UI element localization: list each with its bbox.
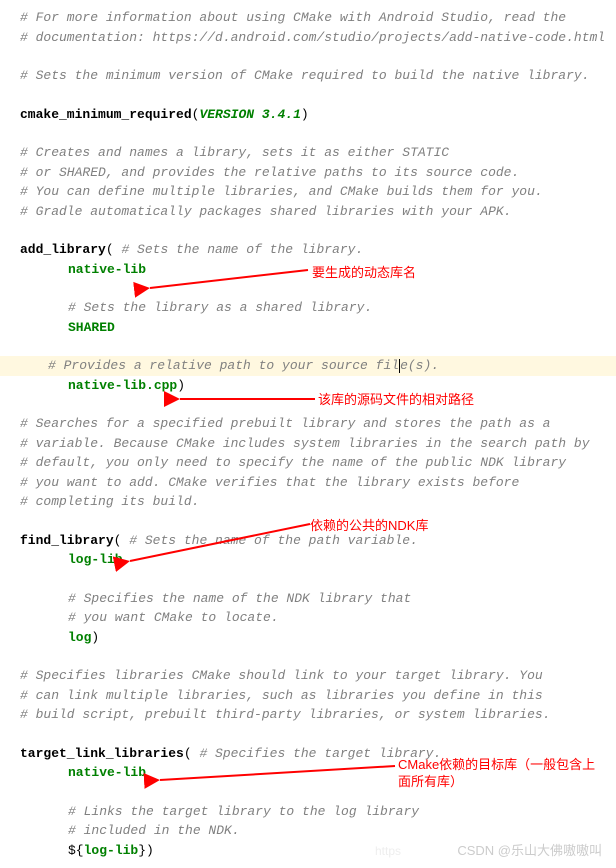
comment-line: # Specifies libraries CMake should link … [20,666,596,686]
fn-add-library: add_library [20,242,106,257]
comment-line: # or SHARED, and provides the relative p… [20,163,596,183]
log-name: log [68,630,91,645]
blank-line [20,783,596,802]
comment-line: # Creates and names a library, sets it a… [20,143,596,163]
blank-line [20,395,596,414]
version-keyword: VERSION 3.4.1 [199,107,300,122]
comment-line: # For more information about using CMake… [20,8,596,28]
arg-log: log) [20,628,596,648]
arg-log-lib: log-lib [20,550,596,570]
code-line-cmake-minimum: cmake_minimum_required(VERSION 3.4.1) [20,105,596,125]
native-lib-name-2: native-lib [68,765,146,780]
fn-cmake-minimum-required: cmake_minimum_required [20,107,192,122]
shared-keyword: SHARED [68,320,115,335]
log-lib-var: log-lib [84,843,139,858]
dollar-open: ${ [68,843,84,858]
blank-line [20,279,596,298]
code-line-target-link: target_link_libraries( # Specifies the t… [20,744,596,764]
comment-line: # you want to add. CMake verifies that t… [20,473,596,493]
watermark-https: https [375,842,401,860]
arg-native-cpp: native-lib.cpp) [20,376,596,396]
blank-line [20,86,596,105]
blank-line [20,124,596,143]
comment-line: # Searches for a specified prebuilt libr… [20,414,596,434]
arg-shared: SHARED [20,318,596,338]
comment-line: # Sets the library as a shared library. [20,298,596,318]
watermark-csdn: CSDN @乐山大佛嗷嗷叫 [457,841,602,861]
blank-line [20,570,596,589]
blank-line [20,512,596,531]
native-lib-cpp: native-lib.cpp [68,378,177,393]
comment-line: # Gradle automatically packages shared l… [20,202,596,222]
comment-line: # Specifies the name of the NDK library … [20,589,596,609]
dollar-close: } [138,843,146,858]
arg-native-lib-2: native-lib [20,763,596,783]
log-lib-name: log-lib [68,552,123,567]
blank-line [20,221,596,240]
code-line-add-library: add_library( # Sets the name of the libr… [20,240,596,260]
inline-comment: # Sets the name of the path variable. [121,533,417,548]
comment-line: # Links the target library to the log li… [20,802,596,822]
inline-comment: # Sets the name of the library. [114,242,364,257]
comment-line: # variable. Because CMake includes syste… [20,434,596,454]
comment-line: # build script, prebuilt third-party lib… [20,705,596,725]
native-lib-name: native-lib [68,262,146,277]
comment-line: # included in the NDK. [20,821,596,841]
code-line-find-library: find_library( # Sets the name of the pat… [20,531,596,551]
comment-line: # You can define multiple libraries, and… [20,182,596,202]
comment-line: # default, you only need to specify the … [20,453,596,473]
comment-line: # documentation: https://d.android.com/s… [20,28,596,48]
fn-target-link-libraries: target_link_libraries [20,746,184,761]
blank-line [20,47,596,66]
comment-line: # can link multiple libraries, such as l… [20,686,596,706]
blank-line [20,337,596,356]
comment-line: # you want CMake to locate. [20,608,596,628]
blank-line [20,647,596,666]
arg-native-lib: native-lib [20,260,596,280]
comment-line-highlighted: # Provides a relative path to your sourc… [0,356,616,376]
inline-comment: # Specifies the target library. [192,746,442,761]
fn-find-library: find_library [20,533,114,548]
comment-line: # Sets the minimum version of CMake requ… [20,66,596,86]
comment-line: # completing its build. [20,492,596,512]
blank-line [20,725,596,744]
